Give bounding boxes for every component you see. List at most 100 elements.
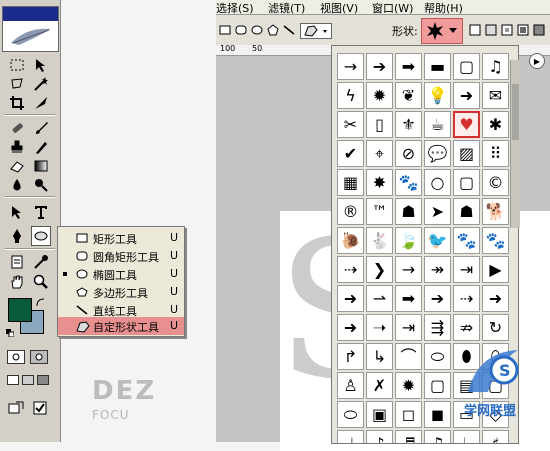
shape-swatch[interactable]: ❯ — [366, 256, 393, 283]
shape-dropdown[interactable] — [421, 18, 463, 44]
shape-swatch[interactable]: ◼ — [424, 401, 451, 428]
shape-swatch[interactable]: 🍃 — [395, 227, 422, 254]
shape-swatch[interactable]: ▢ — [453, 169, 480, 196]
shape-swatch[interactable]: ⌖ — [366, 140, 393, 167]
shape-swatch[interactable]: ➜ — [337, 285, 364, 312]
shape-swatch[interactable]: 🐇 — [366, 227, 393, 254]
slice-tool-icon[interactable] — [31, 93, 51, 113]
shape-swatch[interactable]: ➝ — [366, 314, 393, 341]
shape-swatch[interactable]: ✹ — [395, 372, 422, 399]
shape-swatch[interactable]: ✂ — [337, 111, 364, 138]
shape-swatch[interactable]: ↠ — [424, 256, 451, 283]
shape-swatch[interactable]: ▯ — [366, 111, 393, 138]
picker-menu-icon[interactable]: ▶ — [529, 53, 545, 69]
shape-swatch[interactable]: ↻ — [482, 314, 509, 341]
screen-mode-standard-icon[interactable] — [7, 375, 19, 385]
shape-swatch[interactable]: ✗ — [366, 372, 393, 399]
shape-swatch[interactable]: ○ — [424, 169, 451, 196]
lasso-tool-icon[interactable] — [7, 74, 27, 94]
subtract-area-mode-icon[interactable] — [500, 23, 514, 37]
jump-to-imageready-icon[interactable] — [7, 398, 27, 418]
shape-swatch[interactable]: 💡 — [424, 82, 451, 109]
shape-swatch[interactable]: ▢ — [453, 53, 480, 80]
eraser-tool-icon[interactable] — [7, 156, 27, 176]
flyout-item-ellipse[interactable]: 椭圆工具 U — [58, 265, 184, 283]
picker-scrollbar[interactable] — [510, 60, 520, 228]
screen-mode-full-menu-icon[interactable] — [22, 375, 34, 385]
shape-swatch[interactable]: 🐦 — [424, 227, 451, 254]
gradient-tool-icon[interactable] — [31, 156, 51, 176]
shape-swatch[interactable]: ❦ — [395, 82, 422, 109]
standard-mode-icon[interactable] — [7, 350, 25, 364]
default-colors-icon[interactable] — [6, 327, 15, 340]
shape-swatch[interactable]: 🐕 — [482, 198, 509, 225]
clone-stamp-icon[interactable] — [7, 137, 27, 157]
type-tool-icon[interactable] — [31, 202, 51, 222]
custom-shape-mode-icon[interactable] — [300, 23, 332, 39]
ellipse-mode-icon[interactable] — [250, 23, 264, 37]
add-area-mode-icon[interactable] — [484, 23, 498, 37]
scrollbar-thumb[interactable] — [512, 84, 519, 140]
quick-mask-icon[interactable] — [30, 350, 48, 364]
dodge-tool-icon[interactable] — [31, 175, 51, 195]
shape-swatch[interactable]: ⚜ — [395, 111, 422, 138]
flyout-item-custom-shape[interactable]: 自定形状工具 U — [58, 317, 184, 335]
flyout-item-polygon[interactable]: 多边形工具 U — [58, 283, 184, 301]
shape-swatch[interactable]: ▦ — [337, 169, 364, 196]
shape-swatch[interactable]: ✉ — [482, 82, 509, 109]
line-mode-icon[interactable] — [282, 23, 296, 37]
shape-swatch[interactable]: 🐾 — [482, 227, 509, 254]
hand-tool-icon[interactable] — [7, 272, 27, 292]
flyout-item-rounded-rectangle[interactable]: 圆角矩形工具 U — [58, 247, 184, 265]
shape-swatch[interactable]: ➡ — [395, 285, 422, 312]
shape-swatch[interactable]: © — [482, 169, 509, 196]
marquee-tool-icon[interactable] — [7, 55, 27, 75]
shape-swatch[interactable]: ▢ — [424, 372, 451, 399]
shape-swatch[interactable]: ▬ — [424, 53, 451, 80]
shape-swatch[interactable]: ☗ — [453, 198, 480, 225]
shape-swatch[interactable]: ⇀ — [366, 285, 393, 312]
ellipse-tool-icon[interactable] — [31, 226, 51, 246]
imageready-check-icon[interactable] — [30, 398, 50, 418]
shape-swatch[interactable]: ✱ — [482, 111, 509, 138]
shape-swatch[interactable]: ↳ — [366, 343, 393, 370]
zoom-tool-icon[interactable] — [31, 272, 51, 292]
shape-swatch[interactable]: ♫ — [482, 53, 509, 80]
shape-swatch[interactable]: ✹ — [366, 82, 393, 109]
shape-swatch[interactable]: 🐾 — [395, 169, 422, 196]
magic-wand-icon[interactable] — [31, 74, 51, 94]
exclude-area-mode-icon[interactable] — [532, 23, 546, 37]
brush-tool-icon[interactable] — [31, 118, 51, 138]
shape-swatch[interactable]: → — [337, 53, 364, 80]
shape-swatch[interactable]: ➜ — [482, 285, 509, 312]
new-layer-mode-icon[interactable] — [468, 23, 482, 37]
healing-brush-icon[interactable] — [7, 118, 27, 138]
toolbox-header[interactable] — [2, 6, 59, 52]
shape-swatch[interactable]: ◻ — [395, 401, 422, 428]
screen-mode-full-icon[interactable] — [37, 375, 49, 385]
shape-swatch[interactable]: ⊘ — [395, 140, 422, 167]
polygon-mode-icon[interactable] — [266, 23, 280, 37]
flyout-item-rectangle[interactable]: 矩形工具 U — [58, 229, 184, 247]
shape-swatch[interactable]: ⬭ — [337, 401, 364, 428]
shape-swatch[interactable]: 💬 — [424, 140, 451, 167]
shape-swatch[interactable]: ♥ — [453, 111, 480, 138]
shape-swatch[interactable]: → — [395, 256, 422, 283]
menu-filter[interactable]: 滤镜(T) — [268, 0, 305, 16]
shape-swatch[interactable]: ® — [337, 198, 364, 225]
intersect-area-mode-icon[interactable] — [516, 23, 530, 37]
eyedropper-icon[interactable] — [31, 252, 51, 272]
shape-swatch[interactable]: ➜ — [453, 82, 480, 109]
shape-swatch[interactable]: ↱ — [337, 343, 364, 370]
menu-window[interactable]: 窗口(W) — [372, 0, 413, 16]
shape-swatch[interactable]: ➤ — [424, 198, 451, 225]
blur-tool-icon[interactable] — [7, 175, 27, 195]
shape-swatch[interactable]: ➜ — [337, 314, 364, 341]
menu-help[interactable]: 帮助(H) — [424, 0, 463, 16]
notes-tool-icon[interactable] — [7, 252, 27, 272]
shape-swatch[interactable]: ⇏ — [453, 314, 480, 341]
shape-swatch[interactable]: 🐾 — [453, 227, 480, 254]
shape-swatch[interactable]: ✔ — [337, 140, 364, 167]
shape-swatch[interactable]: ▶ — [482, 256, 509, 283]
shape-swatch[interactable]: ⠿ — [482, 140, 509, 167]
